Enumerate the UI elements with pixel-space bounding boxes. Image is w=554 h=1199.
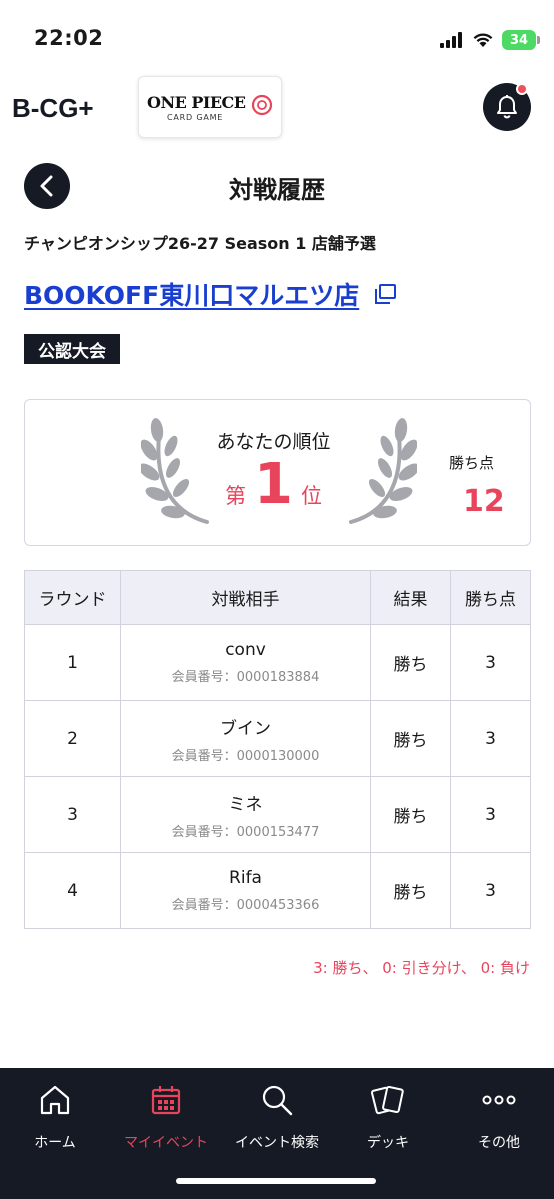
result-cell: 勝ち <box>370 624 451 701</box>
store-row: BOOKOFF東川口マルエツ店 <box>24 276 397 312</box>
result-cell: 勝ち <box>370 776 451 853</box>
brand-logo-text: B-CG+ <box>12 93 94 123</box>
opponent-name: ブイン <box>220 718 271 739</box>
member-id-value: 0000130000 <box>236 748 320 764</box>
opponent-cell: Rifa 会員番号：0000453366 <box>120 852 371 929</box>
opponent-cell: conv 会員番号：0000183884 <box>120 624 371 701</box>
nav-item-my-events[interactable]: マイイベント <box>111 1080 221 1152</box>
member-id-prefix: 会員番号： <box>171 748 237 764</box>
nav-label-my-events: マイイベント <box>124 1135 208 1151</box>
brand-logo[interactable]: B-CG+ <box>12 90 118 124</box>
rank-label: あなたの順位 <box>216 431 331 453</box>
points-cell: 3 <box>450 776 531 853</box>
points-cell: 3 <box>450 624 531 701</box>
points-label: 勝ち点 <box>449 454 495 472</box>
rank-prefix: 第 <box>225 484 247 508</box>
opponent-member-id: 会員番号：0000130000 <box>121 745 370 764</box>
page-title: 対戦履歴 <box>229 176 325 204</box>
opponent-name: Rifa <box>229 868 262 888</box>
member-id-value: 0000183884 <box>236 670 320 685</box>
battery-level: 34 <box>509 32 529 48</box>
member-id-value: 0000453366 <box>236 898 320 913</box>
game-logo-title: ONE PIECE <box>147 93 246 112</box>
member-id-prefix: 会員番号： <box>171 898 237 913</box>
nav-item-home[interactable]: ホーム <box>0 1080 110 1152</box>
rank-card: あなたの順位 第1位 勝ち点 12 <box>24 399 531 546</box>
opponent-cell: ブイン 会員番号：0000130000 <box>120 700 371 777</box>
status-icons: 34 <box>440 30 540 50</box>
points-legend: 3: 勝ち、 0: 引き分け、 0: 負け <box>313 959 530 977</box>
nav-item-more[interactable]: その他 <box>444 1080 554 1152</box>
round-cell: 1 <box>24 624 121 701</box>
header-points: 勝ち点 <box>450 570 531 625</box>
bell-icon <box>497 95 517 119</box>
battery-indicator: 34 <box>502 30 540 50</box>
round-cell: 4 <box>24 852 121 929</box>
search-icon <box>262 1085 293 1116</box>
nav-label-deck: デッキ <box>367 1135 409 1151</box>
rank-suffix: 位 <box>300 484 322 508</box>
wifi-icon <box>473 33 493 47</box>
points-cell: 3 <box>450 700 531 777</box>
notification-badge <box>516 83 528 95</box>
round-cell: 3 <box>24 776 121 853</box>
game-logo[interactable]: ONE PIECE CARD GAME <box>138 76 282 138</box>
calendar-icon <box>151 1086 181 1115</box>
opponent-cell: ミネ 会員番号：0000153477 <box>120 776 371 853</box>
store-link[interactable]: BOOKOFF東川口マルエツ店 <box>24 276 359 312</box>
rank-value: 1 <box>254 452 293 517</box>
external-link-icon[interactable] <box>373 283 397 305</box>
tournament-type-label: 公認大会 <box>38 341 106 362</box>
header-opponent: 対戦相手 <box>120 570 371 625</box>
opponent-member-id: 会員番号：0000453366 <box>121 894 370 913</box>
opponent-member-id: 会員番号：0000183884 <box>121 666 370 685</box>
nav-label-more: その他 <box>478 1135 520 1151</box>
opponent-name: conv <box>225 640 266 660</box>
header-result: 結果 <box>370 570 451 625</box>
points-value: 12 <box>463 484 505 519</box>
app-header: B-CG+ ONE PIECE CARD GAME <box>0 76 554 140</box>
table-row: 2 ブイン 会員番号：0000130000 勝ち 3 <box>24 700 531 777</box>
header-round: ラウンド <box>24 570 121 625</box>
table-header-row: ラウンド 対戦相手 結果 勝ち点 <box>24 570 531 625</box>
cards-icon <box>371 1085 404 1115</box>
home-indicator[interactable] <box>176 1178 376 1184</box>
result-cell: 勝ち <box>370 852 451 929</box>
match-history-table: ラウンド 対戦相手 結果 勝ち点 1 conv 会員番号：0000183884 … <box>24 570 531 929</box>
points-cell: 3 <box>450 852 531 929</box>
opponent-name: ミネ <box>228 794 263 815</box>
table-row: 3 ミネ 会員番号：0000153477 勝ち 3 <box>24 776 531 853</box>
game-logo-subtitle: CARD GAME <box>167 113 224 122</box>
nav-label-event-search: イベント検索 <box>235 1135 319 1151</box>
status-time: 22:02 <box>34 26 104 50</box>
nav-label-home: ホーム <box>34 1135 76 1151</box>
event-name: チャンピオンシップ26-27 Season 1 店舗予選 <box>24 234 376 253</box>
member-id-prefix: 会員番号： <box>171 824 237 840</box>
more-icon <box>482 1095 516 1105</box>
nav-item-event-search[interactable]: イベント検索 <box>222 1080 332 1152</box>
member-id-value: 0000153477 <box>236 824 320 840</box>
nav-item-deck[interactable]: デッキ <box>333 1080 443 1152</box>
tournament-type-badge: 公認大会 <box>24 334 120 364</box>
status-bar: 22:02 34 <box>0 0 554 76</box>
round-cell: 2 <box>24 700 121 777</box>
home-icon <box>40 1085 70 1115</box>
table-row: 4 Rifa 会員番号：0000453366 勝ち 3 <box>24 852 531 929</box>
game-logo-mark-icon <box>251 94 273 116</box>
result-cell: 勝ち <box>370 700 451 777</box>
table-row: 1 conv 会員番号：0000183884 勝ち 3 <box>24 624 531 701</box>
member-id-prefix: 会員番号： <box>171 670 237 685</box>
signal-icon <box>440 32 462 48</box>
opponent-member-id: 会員番号：0000153477 <box>121 821 370 840</box>
